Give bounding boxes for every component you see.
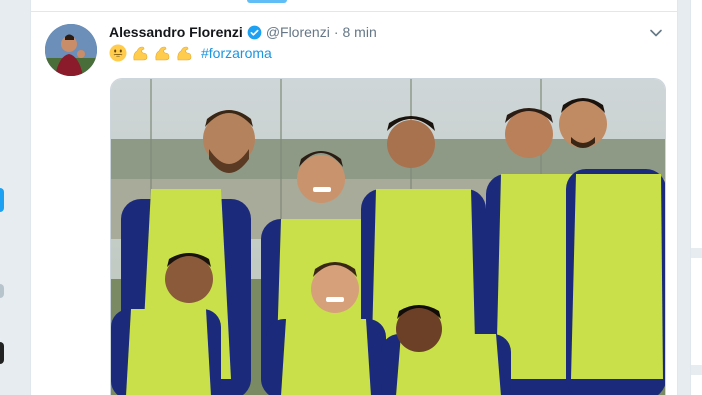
previous-tweet-link-fragment <box>247 0 287 3</box>
gutter-dark-accent <box>0 342 4 364</box>
left-gutter <box>0 0 30 395</box>
separator-dot: · <box>333 24 339 40</box>
rail-separator <box>691 248 702 258</box>
flexed-biceps-icon <box>133 46 148 61</box>
gutter-blue-accent <box>0 188 4 212</box>
tweet-header: Alessandro Florenzi @Florenzi · 8 min <box>109 24 377 40</box>
chevron-down-icon[interactable] <box>649 26 663 40</box>
flexed-biceps-icon <box>155 46 170 61</box>
rail-separator <box>691 365 702 375</box>
gutter-gray-accent <box>0 284 4 298</box>
verified-badge-icon <box>247 25 262 39</box>
display-name[interactable]: Alessandro Florenzi <box>109 24 243 40</box>
previous-tweet-edge <box>31 0 677 12</box>
emoji-row <box>109 44 197 62</box>
grinning-face-icon <box>109 44 127 62</box>
avatar[interactable] <box>45 24 97 76</box>
tweet-text: #forzaroma <box>109 44 272 62</box>
tweet-card[interactable]: Alessandro Florenzi @Florenzi · 8 min #f… <box>30 0 678 395</box>
tweet-photo[interactable] <box>110 78 666 395</box>
user-handle[interactable]: @Florenzi <box>266 24 330 40</box>
tweet-timestamp[interactable]: 8 min <box>343 24 377 40</box>
hashtag-link[interactable]: #forzaroma <box>201 45 272 61</box>
team-photo-image <box>111 79 665 395</box>
flexed-biceps-icon <box>177 46 192 61</box>
right-sidebar-edge <box>690 0 702 395</box>
avatar-image <box>45 24 97 76</box>
